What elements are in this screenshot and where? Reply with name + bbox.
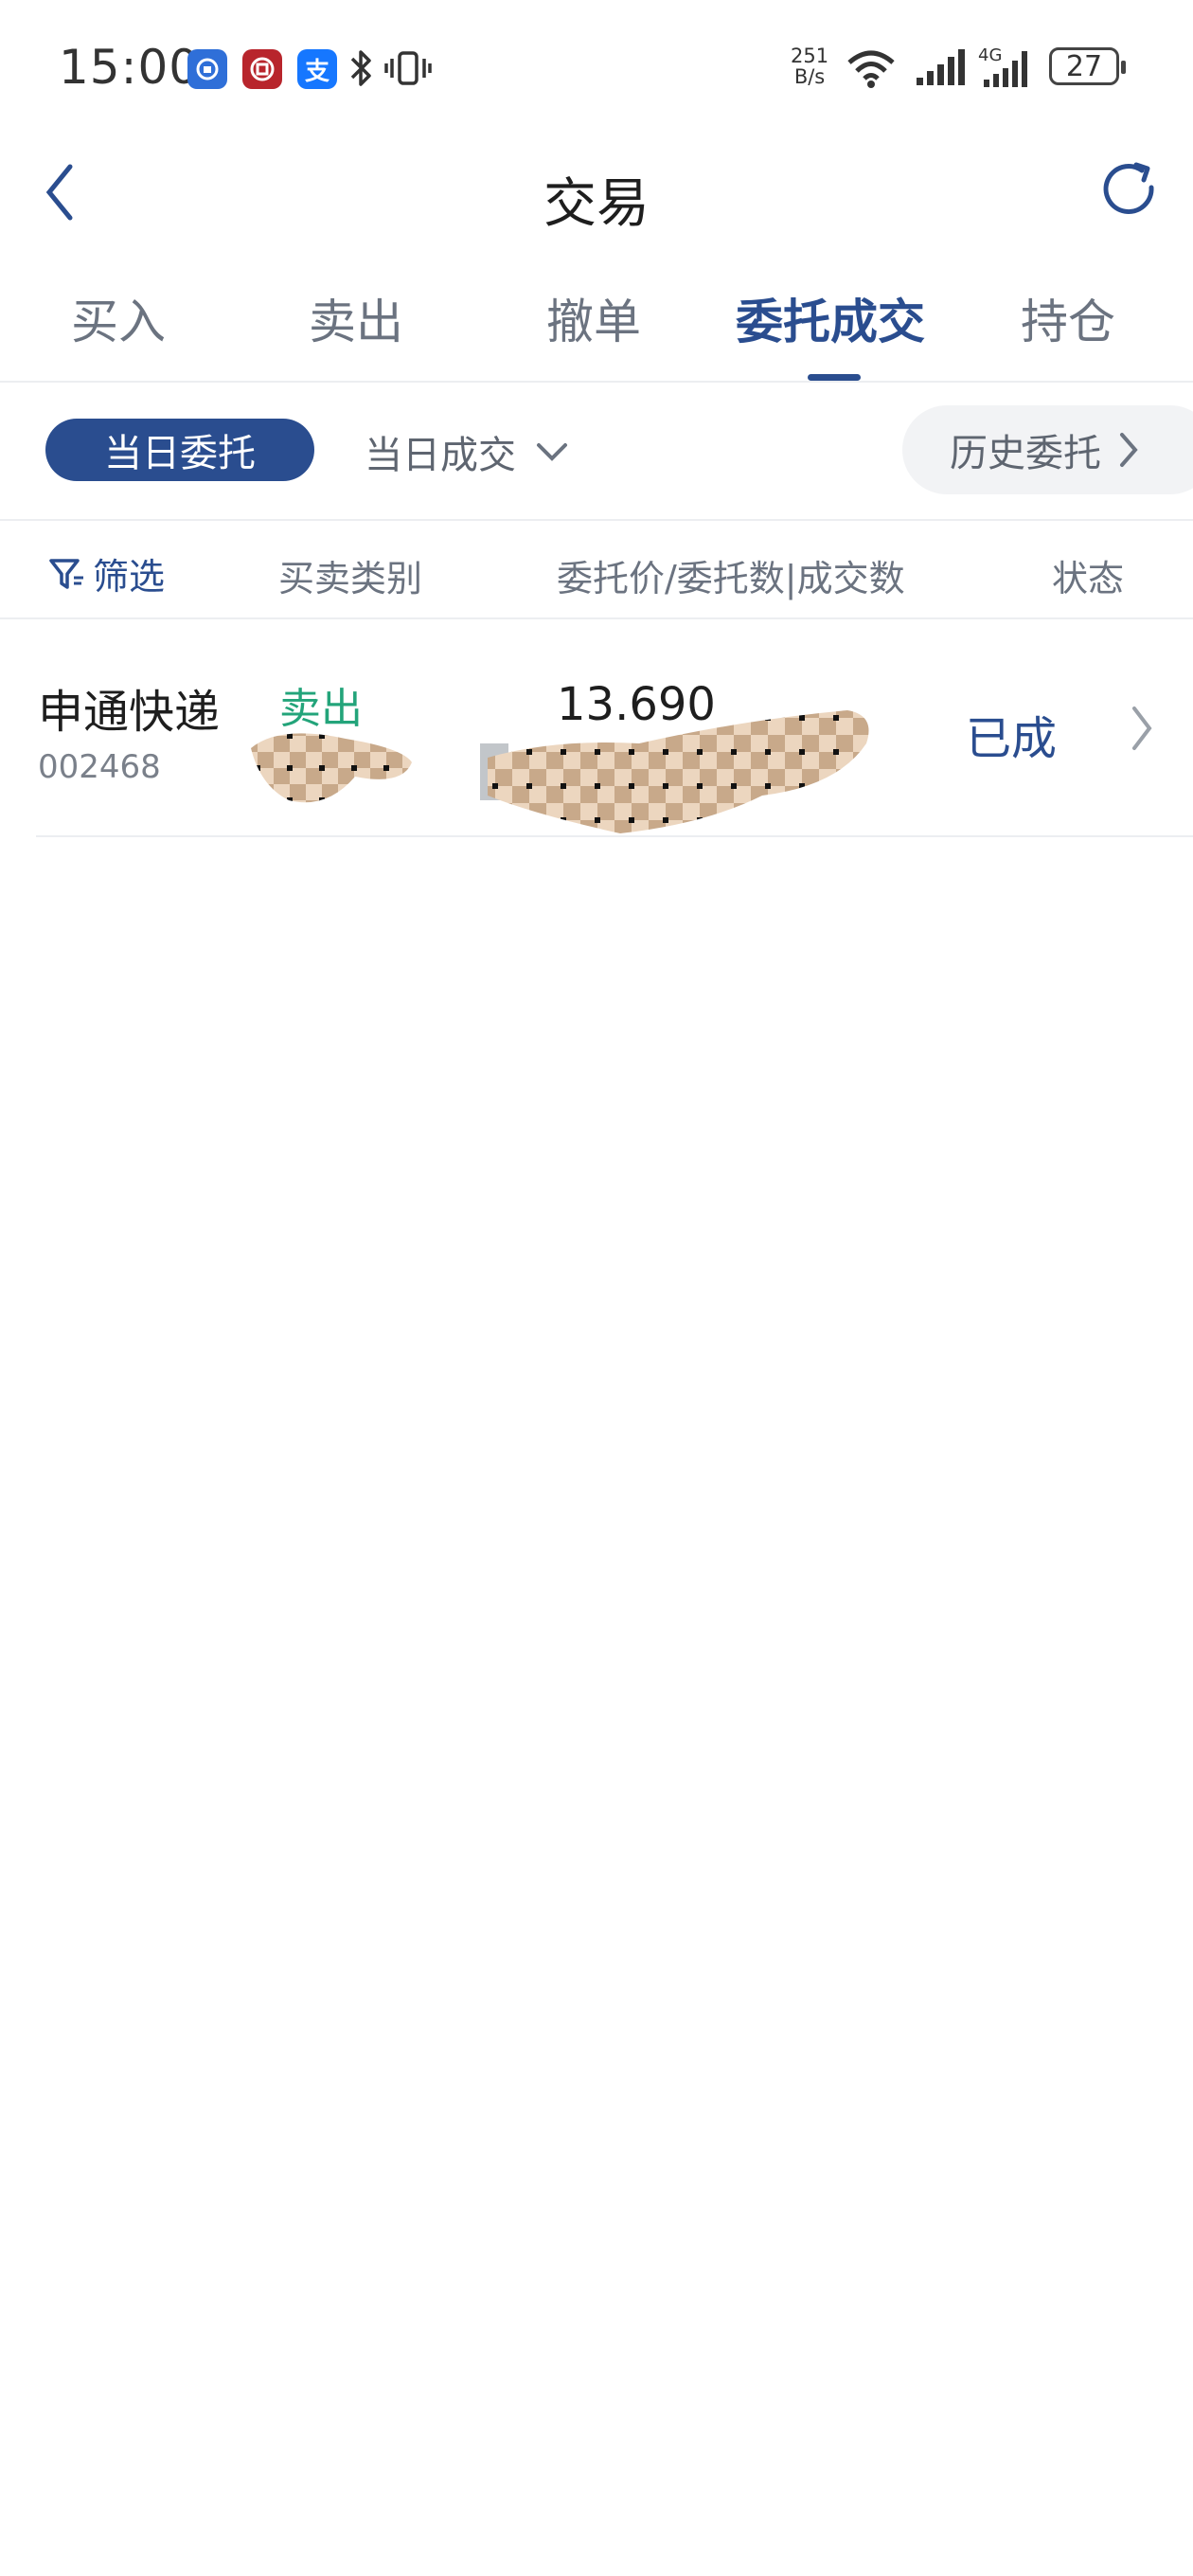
bluetooth-icon — [347, 47, 375, 93]
signal-4g-icon: 4G — [978, 44, 1039, 93]
network-speed: 251 B/s — [791, 45, 828, 87]
tab-positions[interactable]: 持仓 — [1021, 284, 1115, 352]
status-time: 15:00 — [59, 40, 201, 95]
row-chevron-icon — [1129, 703, 1155, 758]
page-title: 交易 — [543, 173, 650, 235]
order-status: 已成 — [966, 712, 1058, 765]
row-divider — [36, 835, 1193, 837]
tab-buy[interactable]: 买入 — [71, 284, 166, 352]
col-status: 状态 — [1052, 558, 1125, 599]
filter-button[interactable]: 筛选 — [47, 547, 165, 599]
chevron-right-icon — [1120, 433, 1138, 467]
bank-of-china-icon — [242, 49, 282, 89]
svg-text:4G: 4G — [978, 45, 1002, 65]
today-deals-dropdown[interactable]: 当日成交 — [365, 424, 571, 479]
tab-cancel[interactable]: 撤单 — [546, 284, 641, 352]
stock-code: 002468 — [38, 748, 161, 786]
tabs-divider — [0, 381, 1193, 383]
filter-label: 筛选 — [93, 556, 166, 598]
tab-orders-deals[interactable]: 委托成交 — [736, 284, 925, 352]
refresh-button[interactable] — [1098, 159, 1161, 225]
tab-sell[interactable]: 卖出 — [309, 284, 403, 352]
bank-icon — [187, 49, 227, 89]
wifi-icon — [846, 47, 897, 93]
today-orders-button[interactable]: 当日委托 — [45, 419, 314, 481]
redaction-mask — [478, 701, 895, 847]
history-orders-label: 历史委托 — [950, 432, 1101, 475]
refresh-icon — [1103, 162, 1154, 214]
history-orders-button[interactable]: 历史委托 — [902, 405, 1193, 494]
alipay-icon: 支 — [297, 49, 337, 89]
funnel-icon — [49, 558, 83, 589]
signal-icon — [915, 47, 968, 91]
chevron-down-icon — [537, 443, 567, 461]
today-deals-label: 当日成交 — [365, 434, 516, 477]
vibrate-icon — [383, 49, 433, 91]
battery-level: 27 — [1065, 49, 1103, 83]
net-speed-value: 251 — [791, 45, 829, 67]
stock-name: 申通快递 — [38, 686, 221, 739]
redaction-mask — [241, 720, 421, 818]
net-speed-unit: B/s — [793, 65, 826, 88]
filter-divider — [0, 519, 1193, 521]
col-price-qty: 委托价/委托数|成交数 — [557, 558, 905, 599]
col-type: 买卖类别 — [278, 558, 423, 599]
active-tab-indicator — [808, 374, 861, 381]
battery-indicator: 27 — [1049, 47, 1126, 85]
